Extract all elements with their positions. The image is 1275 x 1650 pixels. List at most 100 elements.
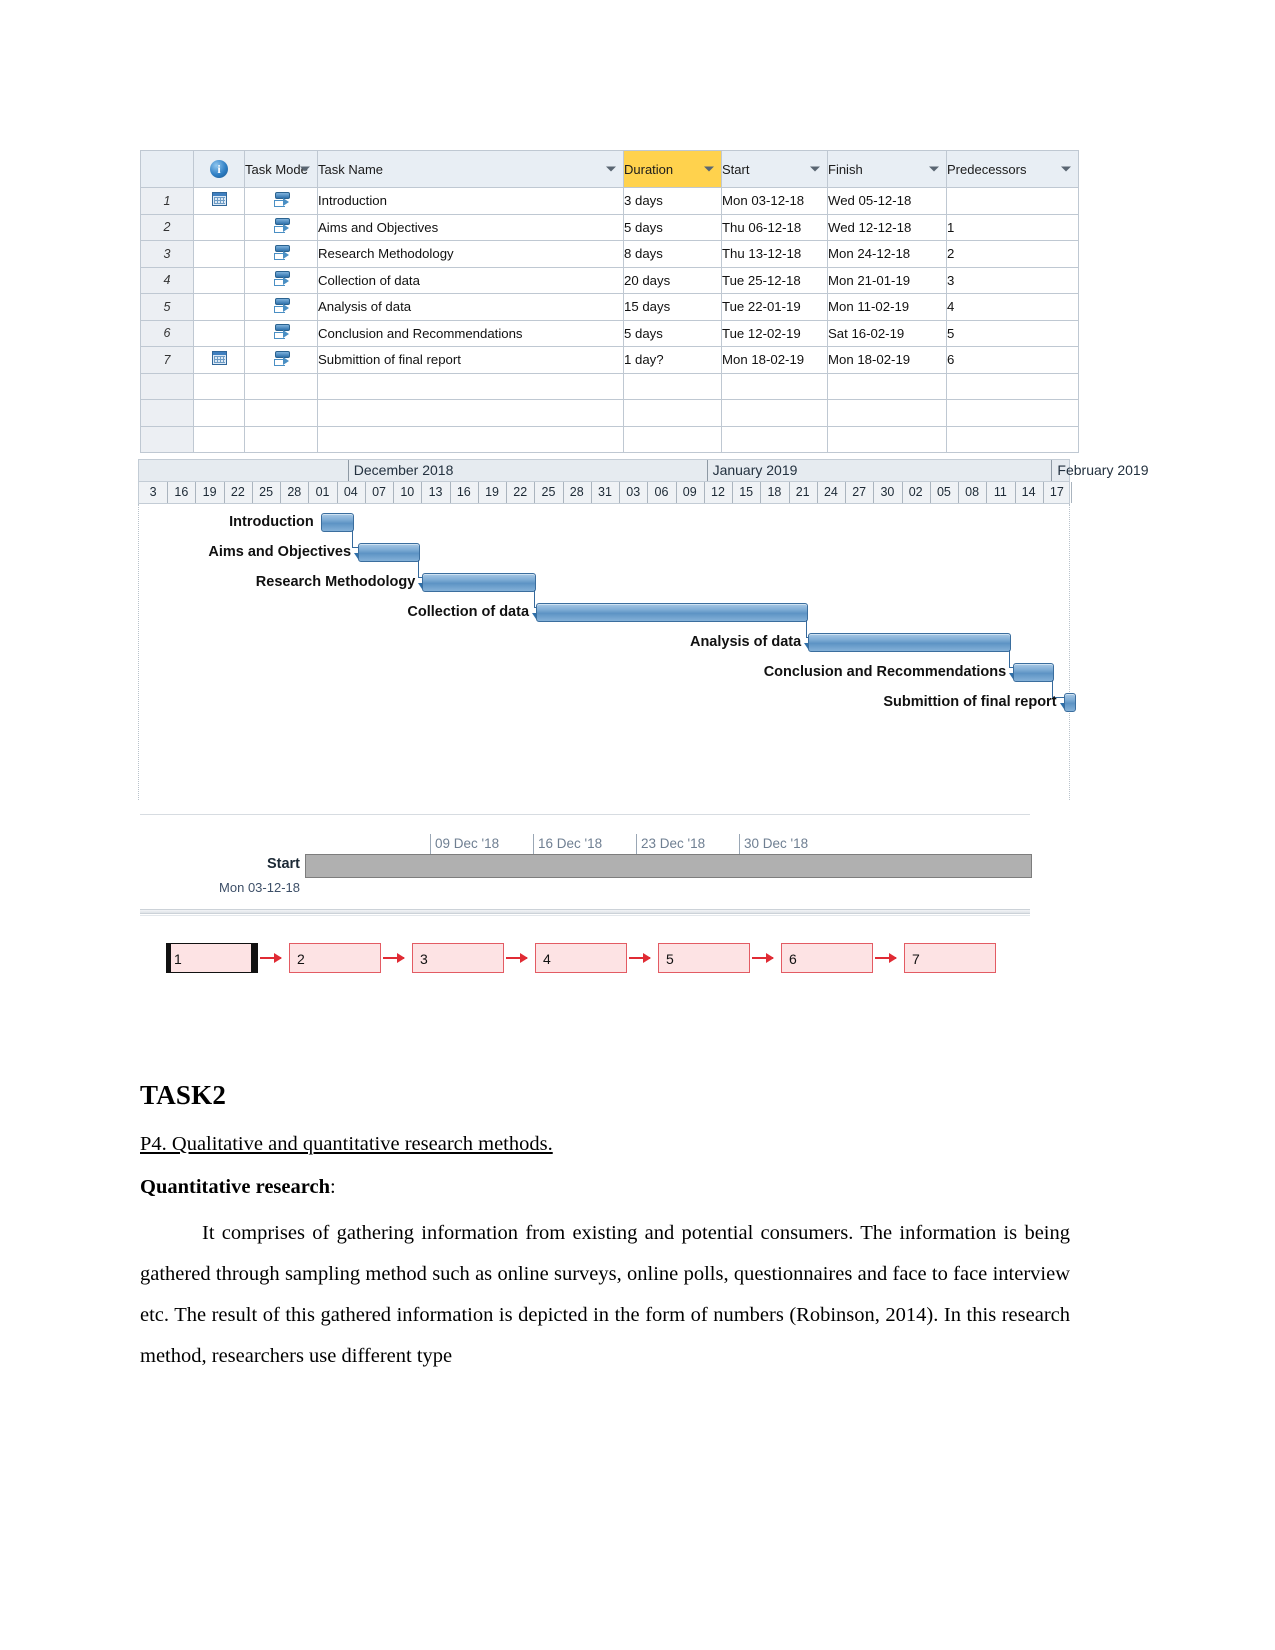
gantt-bar[interactable] xyxy=(1063,693,1076,712)
row-finish[interactable]: Mon 11-02-19 xyxy=(827,293,947,321)
row-predecessors[interactable]: 6 xyxy=(946,346,1079,374)
row-start[interactable]: Mon 18-02-19 xyxy=(721,346,828,374)
row-task-mode[interactable] xyxy=(244,187,318,215)
chevron-down-icon[interactable] xyxy=(1061,166,1071,172)
row-duration[interactable]: 1 day? xyxy=(623,346,722,374)
node-selection-cap-left xyxy=(166,943,171,973)
gantt-bar[interactable] xyxy=(422,573,537,592)
row-finish[interactable]: Mon 18-02-19 xyxy=(827,346,947,374)
timeline-tick-label: 23 Dec '18 xyxy=(641,836,706,851)
gantt-link xyxy=(534,590,536,607)
row-task-mode[interactable] xyxy=(244,346,318,374)
row-start[interactable]: Tue 25-12-18 xyxy=(721,266,828,294)
row-predecessors[interactable]: 5 xyxy=(946,319,1079,347)
chevron-down-icon[interactable] xyxy=(300,166,310,172)
row-start[interactable]: Mon 03-12-18 xyxy=(721,187,828,215)
column-header-start[interactable]: Start xyxy=(721,150,828,188)
gantt-task-label: Research Methodology xyxy=(255,574,416,590)
row-duration[interactable]: 15 days xyxy=(623,293,722,321)
network-diagram: 1 2 3 4 5 6 7 xyxy=(140,905,1030,1015)
row-indicator xyxy=(193,266,245,294)
network-node[interactable]: 4 xyxy=(535,943,627,973)
row-predecessors[interactable]: 1 xyxy=(946,213,1079,241)
row-start[interactable]: Thu 06-12-18 xyxy=(721,213,828,241)
chevron-down-icon[interactable] xyxy=(810,166,820,172)
table-row[interactable]: 4 Collection of data 20 days Tue 25-12-18 Mo… xyxy=(140,266,1079,294)
row-predecessors[interactable]: 3 xyxy=(946,266,1079,294)
row-task-mode[interactable] xyxy=(244,240,318,268)
gantt-day-tick: 27 xyxy=(845,482,875,503)
row-task-mode[interactable] xyxy=(244,213,318,241)
gantt-bar[interactable] xyxy=(1013,663,1055,682)
row-finish[interactable]: Wed 05-12-18 xyxy=(827,187,947,215)
chevron-down-icon[interactable] xyxy=(929,166,939,172)
table-row-empty[interactable] xyxy=(140,399,1079,427)
network-node[interactable]: 3 xyxy=(412,943,504,973)
chevron-down-icon[interactable] xyxy=(704,166,714,172)
table-row-empty[interactable] xyxy=(140,425,1079,453)
table-row[interactable]: 5 Analysis of data 15 days Tue 22-01-19 Mon … xyxy=(140,293,1079,321)
gantt-bar[interactable] xyxy=(358,543,420,562)
lead-in-line: Quantitative research: xyxy=(140,1176,1070,1199)
row-predecessors[interactable]: 2 xyxy=(946,240,1079,268)
row-duration[interactable]: 3 days xyxy=(623,187,722,215)
table-row[interactable]: 6 Conclusion and Recommendations 5 days Tue… xyxy=(140,319,1079,347)
row-task-mode[interactable] xyxy=(244,293,318,321)
row-task-name[interactable]: Research Methodology xyxy=(317,240,624,268)
task-name-label: Task Name xyxy=(318,161,384,177)
row-duration[interactable]: 20 days xyxy=(623,266,722,294)
row-task-mode[interactable] xyxy=(244,266,318,294)
table-row-empty[interactable] xyxy=(140,372,1079,400)
row-task-mode[interactable] xyxy=(244,319,318,347)
auto-schedule-icon xyxy=(273,270,290,287)
network-node[interactable]: 7 xyxy=(904,943,996,973)
network-node[interactable]: 2 xyxy=(289,943,381,973)
row-task-name[interactable]: Conclusion and Recommendations xyxy=(317,319,624,347)
row-finish[interactable]: Wed 12-12-18 xyxy=(827,213,947,241)
row-duration[interactable]: 5 days xyxy=(623,213,722,241)
row-finish[interactable]: Mon 24-12-18 xyxy=(827,240,947,268)
gantt-bar[interactable] xyxy=(320,513,355,532)
row-task-name[interactable]: Analysis of data xyxy=(317,293,624,321)
network-node[interactable]: 6 xyxy=(781,943,873,973)
gantt-chart: December 2018 January 2019 February 2019 3… xyxy=(138,459,1148,804)
row-predecessors[interactable] xyxy=(946,187,1079,215)
predecessors-label: Predecessors xyxy=(947,161,1027,177)
row-predecessors[interactable]: 4 xyxy=(946,293,1079,321)
auto-schedule-icon xyxy=(273,323,290,340)
column-header-duration[interactable]: Duration xyxy=(623,150,722,188)
row-indicator xyxy=(193,293,245,321)
column-header-finish[interactable]: Finish xyxy=(827,150,947,188)
row-id: 7 xyxy=(140,346,194,374)
row-id xyxy=(140,399,194,427)
timeline-span-bar[interactable] xyxy=(305,854,1032,878)
column-header-task-name[interactable]: Task Name xyxy=(317,150,624,188)
row-start[interactable]: Tue 12-02-19 xyxy=(721,319,828,347)
table-row[interactable]: 7 Submittion of final report 1 day? Mon 18-… xyxy=(140,346,1079,374)
row-duration[interactable]: 8 days xyxy=(623,240,722,268)
table-row[interactable]: 2 Aims and Objectives 5 days Thu 06-12-18 We… xyxy=(140,213,1079,241)
network-node[interactable]: 5 xyxy=(658,943,750,973)
row-finish[interactable]: Mon 21-01-19 xyxy=(827,266,947,294)
row-start[interactable]: Thu 13-12-18 xyxy=(721,240,828,268)
auto-schedule-icon xyxy=(273,297,290,314)
chevron-down-icon[interactable] xyxy=(606,166,616,172)
row-task-name[interactable]: Submittion of final report xyxy=(317,346,624,374)
row-indicator xyxy=(193,187,245,215)
gantt-bar[interactable] xyxy=(808,633,1012,652)
row-finish[interactable]: Sat 16-02-19 xyxy=(827,319,947,347)
row-task-name[interactable]: Introduction xyxy=(317,187,624,215)
row-duration[interactable]: 5 days xyxy=(623,319,722,347)
table-row[interactable]: 1 Introduction 3 days Mon 03-12-18 Wed 05-12… xyxy=(140,187,1079,215)
column-header-predecessors[interactable]: Predecessors xyxy=(946,150,1079,188)
row-task-name[interactable]: Collection of data xyxy=(317,266,624,294)
gantt-bar[interactable] xyxy=(536,603,809,622)
network-node[interactable]: 1 xyxy=(166,943,258,973)
row-task-name[interactable]: Aims and Objectives xyxy=(317,213,624,241)
gantt-link xyxy=(806,620,808,637)
row-start[interactable]: Tue 22-01-19 xyxy=(721,293,828,321)
gantt-day-tick: 22 xyxy=(224,482,253,503)
column-header-task-mode[interactable]: Task Mode xyxy=(244,150,318,188)
gantt-day-tick: 02 xyxy=(902,482,931,503)
table-row[interactable]: 3 Research Methodology 8 days Thu 13-12-18 M… xyxy=(140,240,1079,268)
